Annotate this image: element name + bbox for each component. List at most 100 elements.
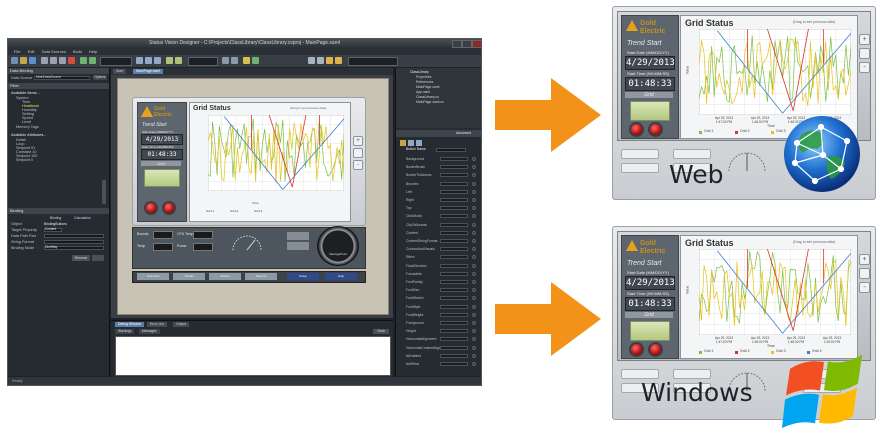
property-binding-icon[interactable] xyxy=(472,230,476,235)
nav-alarms[interactable]: Alarms xyxy=(209,273,241,280)
property-value-field[interactable] xyxy=(440,214,468,219)
align-right-icon[interactable] xyxy=(154,57,161,64)
start-date-input[interactable]: 4/29/2013 xyxy=(141,134,183,145)
stop-button[interactable] xyxy=(144,201,158,215)
property-binding-icon[interactable] xyxy=(472,321,476,325)
property-row[interactable]: HorizontalAlignment xyxy=(406,336,480,342)
property-row[interactable]: BorderThickness xyxy=(406,172,480,178)
start-time-input[interactable]: 01:48:33 xyxy=(625,297,675,311)
zoom-in-button[interactable]: + xyxy=(859,254,870,265)
stop-button[interactable] xyxy=(629,342,644,357)
trend-chart[interactable] xyxy=(208,115,344,191)
property-row[interactable]: FontStretch xyxy=(406,295,480,301)
tab-output[interactable]: Output xyxy=(173,322,190,327)
property-row[interactable]: FontSize xyxy=(406,287,480,293)
menu-file[interactable]: File xyxy=(14,49,20,54)
tree-item[interactable]: Memory Tags xyxy=(16,125,111,129)
property-value-field[interactable] xyxy=(440,337,468,342)
tree-item[interactable]: Level xyxy=(22,120,117,124)
tree-node[interactable]: MainPage.xaml xyxy=(416,85,439,89)
new-icon[interactable] xyxy=(11,57,18,64)
tree-node[interactable]: References xyxy=(416,80,433,84)
property-binding-icon[interactable] xyxy=(472,263,476,268)
tab-start[interactable]: Start xyxy=(113,69,127,74)
calculation-radio-label[interactable]: Calculation xyxy=(74,216,91,220)
group-icon[interactable] xyxy=(166,57,173,64)
string-format-field[interactable] xyxy=(44,240,104,244)
nav-reports[interactable]: Reports xyxy=(245,273,277,280)
menu-data-sources[interactable]: Data Sources xyxy=(42,49,66,54)
property-row[interactable]: FontStyle xyxy=(406,304,480,310)
zoom-in-button[interactable]: + xyxy=(353,136,363,146)
property-row[interactable]: Height xyxy=(406,328,480,334)
binding-radio-label[interactable]: Binding xyxy=(50,216,61,220)
trend-chart[interactable] xyxy=(699,29,851,115)
cut-icon[interactable] xyxy=(41,57,48,64)
control-pill[interactable] xyxy=(673,149,711,159)
copy-icon[interactable] xyxy=(50,57,57,64)
stop-button[interactable] xyxy=(629,122,644,137)
property-value-field[interactable] xyxy=(440,206,468,211)
zoom-in-button[interactable]: + xyxy=(859,34,870,45)
redo-icon[interactable] xyxy=(89,57,96,64)
build-icon[interactable] xyxy=(243,57,250,64)
debug-output-area[interactable] xyxy=(115,336,391,376)
property-binding-icon[interactable] xyxy=(472,280,476,284)
tree-node[interactable]: App.xaml xyxy=(416,90,430,94)
property-value-field[interactable] xyxy=(440,255,468,260)
property-row[interactable]: IsEnabled xyxy=(406,353,480,359)
layer-down-icon[interactable] xyxy=(317,57,324,64)
align-left-icon[interactable] xyxy=(136,57,143,64)
maximize-button[interactable] xyxy=(462,40,472,48)
button-name-field[interactable] xyxy=(436,148,466,152)
property-binding-icon[interactable] xyxy=(472,222,476,227)
search-input[interactable] xyxy=(348,57,398,66)
scrollbar[interactable] xyxy=(102,180,106,204)
tree-node[interactable]: Properties xyxy=(416,75,431,79)
reset-button[interactable] xyxy=(648,122,663,137)
property-value-field[interactable] xyxy=(440,157,468,161)
property-binding-icon[interactable] xyxy=(472,362,476,366)
property-value-field[interactable] xyxy=(440,345,468,350)
property-row[interactable]: Content xyxy=(406,230,480,236)
property-value-field[interactable] xyxy=(440,362,468,366)
property-value-field[interactable] xyxy=(440,280,468,284)
zoom-out-button[interactable]: - xyxy=(859,282,870,293)
property-row[interactable]: Background xyxy=(406,156,480,162)
nav-overview[interactable]: Overview xyxy=(137,273,169,280)
pan-button[interactable] xyxy=(353,148,363,158)
font-dropdown[interactable] xyxy=(188,57,218,66)
zoom-out-button[interactable]: - xyxy=(859,62,870,73)
property-value-field[interactable] xyxy=(440,165,468,170)
property-value-field[interactable] xyxy=(440,312,468,317)
pan-button[interactable] xyxy=(859,268,870,279)
property-row[interactable]: BorderBrush xyxy=(406,164,480,170)
paste-icon[interactable] xyxy=(59,57,66,64)
property-binding-icon[interactable] xyxy=(472,312,476,317)
design-surface[interactable]: Gold Electric Trend Start Start Date (MM… xyxy=(117,78,389,315)
property-binding-icon[interactable] xyxy=(472,239,476,243)
tab-debug-window[interactable]: Debug Window xyxy=(115,322,144,327)
property-binding-icon[interactable] xyxy=(472,214,476,219)
start-date-input[interactable]: 4/29/2013 xyxy=(625,276,675,290)
property-value-field[interactable] xyxy=(440,222,468,227)
zoom-dropdown[interactable] xyxy=(100,57,132,66)
start-date-input[interactable]: 4/29/2013 xyxy=(625,56,675,70)
property-binding-icon[interactable] xyxy=(472,189,476,194)
sort-icon[interactable] xyxy=(400,140,406,146)
property-value-field[interactable] xyxy=(440,247,468,252)
property-row[interactable]: Foreground xyxy=(406,320,480,326)
attribute-item[interactable]: Setpoint 0 xyxy=(16,158,111,162)
property-binding-icon[interactable] xyxy=(472,337,476,342)
mode-button-2[interactable] xyxy=(287,242,309,250)
data-path-field[interactable] xyxy=(44,234,104,238)
property-value-field[interactable] xyxy=(440,198,468,202)
nav-setup[interactable]: Setup xyxy=(287,273,319,280)
align-center-icon[interactable] xyxy=(145,57,152,64)
tree-node[interactable]: MainPage.xaml.cs xyxy=(416,100,444,104)
property-value-field[interactable] xyxy=(440,189,468,194)
property-value-field[interactable] xyxy=(440,239,468,243)
undo-icon[interactable] xyxy=(80,57,87,64)
lock-icon[interactable] xyxy=(326,57,333,64)
property-binding-icon[interactable] xyxy=(472,288,476,293)
